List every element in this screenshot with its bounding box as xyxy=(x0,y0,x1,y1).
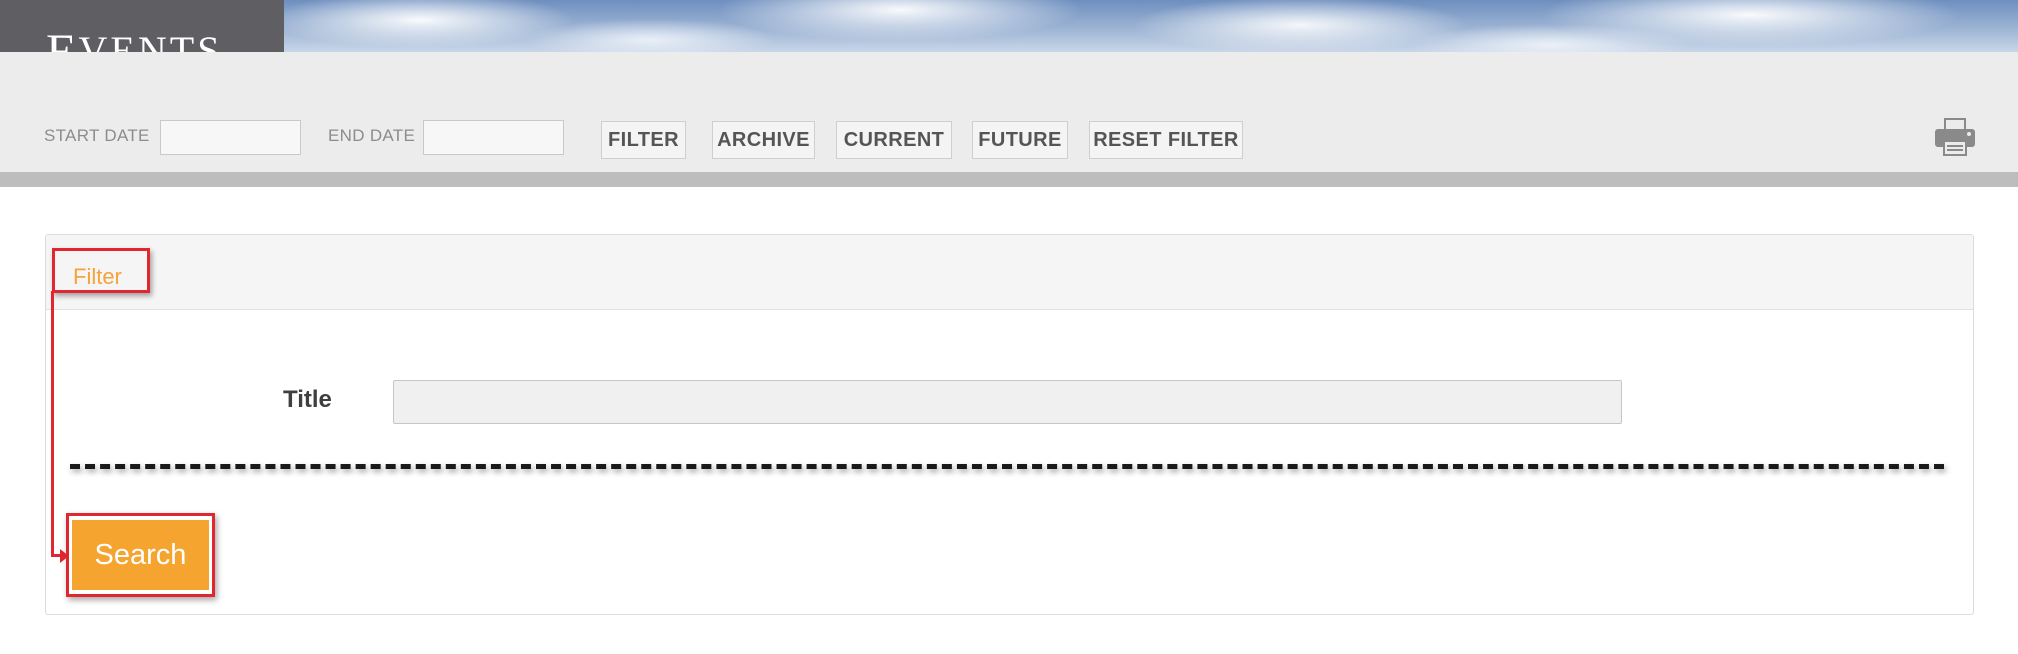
filter-button[interactable]: FILTER xyxy=(601,121,686,159)
archive-button[interactable]: ARCHIVE xyxy=(712,121,815,159)
filter-highlight-box xyxy=(52,248,150,293)
end-date-label: END DATE xyxy=(328,126,416,145)
sky-banner xyxy=(0,0,2018,52)
annotation-arrow-line xyxy=(51,291,54,557)
dashed-separator xyxy=(70,464,1944,469)
toolbar-divider xyxy=(0,172,2018,187)
title-label: Title xyxy=(283,386,332,413)
start-date-label: START DATE xyxy=(44,126,150,145)
search-highlight-box xyxy=(66,513,215,597)
filter-panel: Filter xyxy=(45,234,1974,615)
current-button[interactable]: CURRENT xyxy=(836,121,952,159)
future-button[interactable]: FUTURE xyxy=(972,121,1068,159)
reset-filter-button[interactable]: RESET FILTER xyxy=(1089,121,1243,159)
start-date-input[interactable] xyxy=(160,120,301,155)
filter-panel-header: Filter xyxy=(46,235,1973,310)
end-date-input[interactable] xyxy=(423,120,564,155)
annotation-arrow-head-icon xyxy=(60,549,69,563)
title-input[interactable] xyxy=(393,380,1622,424)
printer-icon[interactable] xyxy=(1933,116,1977,158)
page: E VENTS START DATE END DATE FILTER ARCHIV… xyxy=(0,0,2018,654)
